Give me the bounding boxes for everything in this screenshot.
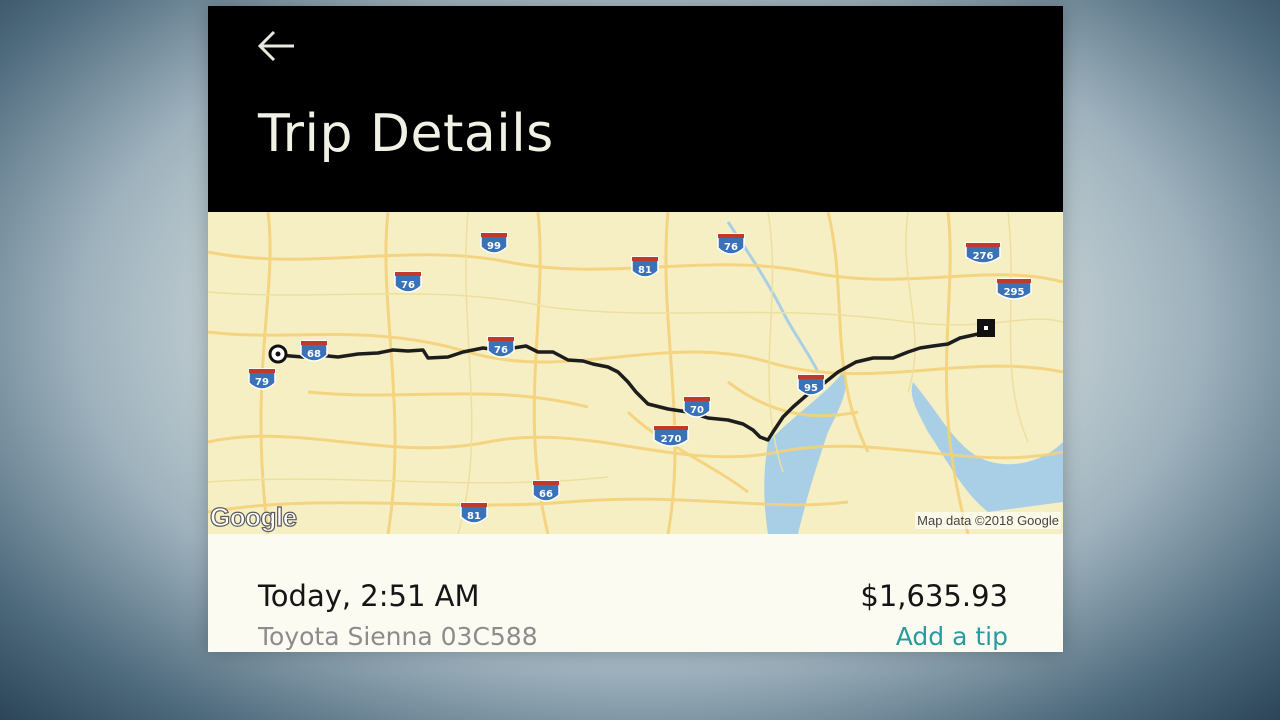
pickup-circle-icon[interactable] <box>268 344 288 364</box>
svg-text:95: 95 <box>804 383 818 394</box>
svg-text:76: 76 <box>724 242 738 253</box>
interstate-shield-icon: 76 <box>394 271 422 293</box>
trip-summary-row: Today, 2:51 AM Toyota Sienna 03C588 $1,6… <box>208 534 1063 652</box>
trip-date-time: Today, 2:51 AM <box>258 579 480 613</box>
svg-text:295: 295 <box>1004 287 1025 298</box>
svg-text:276: 276 <box>973 251 994 262</box>
svg-text:68: 68 <box>307 349 321 360</box>
interstate-shield-icon: 66 <box>532 480 560 502</box>
svg-text:76: 76 <box>401 280 415 291</box>
interstate-shield-icon: 70 <box>683 396 711 418</box>
vehicle-info: Toyota Sienna 03C588 <box>258 622 538 651</box>
svg-text:76: 76 <box>494 345 508 356</box>
svg-text:70: 70 <box>690 405 704 416</box>
interstate-shield-icon: 79 <box>248 368 276 390</box>
add-tip-link[interactable]: Add a tip <box>896 622 1008 651</box>
trip-details-screen: Trip Details 99 76 81 76 276 295 76 79 6… <box>208 6 1063 652</box>
arrow-left-icon <box>257 30 294 62</box>
interstate-shield-icon: 270 <box>653 425 689 447</box>
interstate-shield-icon: 76 <box>717 233 745 255</box>
trip-fare: $1,635.93 <box>860 579 1008 613</box>
svg-text:270: 270 <box>661 434 682 445</box>
interstate-shield-icon: 81 <box>460 502 488 524</box>
svg-text:79: 79 <box>255 377 269 388</box>
interstate-shield-icon: 276 <box>965 242 1001 264</box>
trip-route <box>276 326 989 442</box>
bay-water-east <box>911 382 1063 512</box>
back-button[interactable] <box>254 26 298 66</box>
interstate-shield-icon: 68 <box>300 340 328 362</box>
map-canvas: 99 76 81 76 276 295 76 79 68 70 95 270 66 81 <box>208 212 1063 534</box>
svg-text:81: 81 <box>467 511 481 522</box>
interstate-shield-icon: 81 <box>631 256 659 278</box>
map-attribution[interactable]: Map data ©2018 Google <box>915 512 1061 529</box>
route-map[interactable]: 99 76 81 76 276 295 76 79 68 70 95 270 66 81 Google M… <box>208 212 1063 534</box>
dropoff-square-icon[interactable] <box>977 319 995 337</box>
svg-text:99: 99 <box>487 241 501 252</box>
app-header: Trip Details <box>208 6 1063 212</box>
interstate-shield-icon: 295 <box>996 278 1032 300</box>
interstate-shield-icon: 95 <box>797 374 825 396</box>
google-logo: Google <box>209 501 297 532</box>
interstate-shield-icon: 99 <box>480 232 508 254</box>
interstate-shield-icon: 76 <box>487 336 515 358</box>
page-title: Trip Details <box>258 104 554 164</box>
svg-text:81: 81 <box>638 265 652 276</box>
svg-text:66: 66 <box>539 489 553 500</box>
